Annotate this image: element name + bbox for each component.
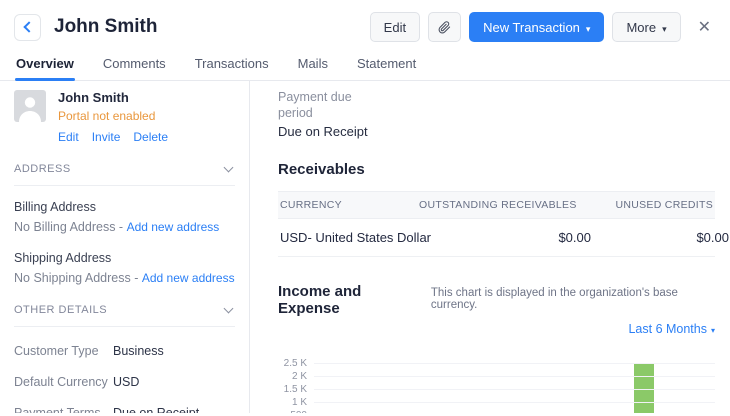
detail-label: Default Currency	[14, 375, 113, 389]
person-icon	[14, 90, 46, 122]
tab-statement[interactable]: Statement	[356, 51, 417, 80]
profile-block: John Smith Portal not enabled Edit Invit…	[14, 90, 235, 144]
edit-link[interactable]: Edit	[58, 130, 79, 144]
column-header-outstanding: OUTSTANDING RECEIVABLES	[417, 192, 577, 218]
invite-link[interactable]: Invite	[92, 130, 121, 144]
table-row: USD- United States Dollar $0.00 $0.00	[278, 219, 715, 257]
more-button[interactable]: More	[612, 12, 680, 42]
tab-bar: Overview Comments Transactions Mails Sta…	[0, 51, 730, 81]
payment-due-period-label: Payment due period	[278, 89, 373, 121]
add-shipping-address-link[interactable]: Add new address	[142, 271, 235, 285]
detail-value: Business	[113, 344, 164, 358]
chevron-down-icon	[224, 162, 234, 172]
billing-empty-text: No Billing Address -	[14, 220, 123, 234]
period-selector[interactable]: Last 6 Months	[628, 322, 715, 336]
shipping-empty-text: No Shipping Address -	[14, 271, 138, 285]
chart-grid	[314, 345, 715, 413]
address-section-header[interactable]: ADDRESS	[14, 163, 235, 186]
gridline	[314, 363, 715, 364]
customer-sidebar: John Smith Portal not enabled Edit Invit…	[0, 81, 250, 413]
income-expense-subtitle: This chart is displayed in the organizat…	[431, 287, 715, 311]
customer-name: John Smith	[58, 90, 168, 105]
attachment-button[interactable]	[428, 12, 461, 42]
y-tick-label: 500	[290, 410, 307, 413]
income-expense-header: Income and Expense This chart is display…	[278, 283, 715, 317]
overview-panel: Payment due period Due on Receipt Receiv…	[250, 81, 730, 413]
billing-address-value: No Billing Address - Add new address	[14, 220, 235, 234]
customer-detail-page: John Smith Edit New Transaction More	[0, 0, 730, 413]
income-expense-title: Income and Expense	[278, 283, 421, 317]
back-button[interactable]	[14, 14, 41, 41]
detail-value: USD	[113, 375, 139, 389]
close-icon	[698, 20, 711, 35]
chevron-down-icon	[224, 303, 234, 313]
customer-type-row: Customer Type Business	[14, 344, 235, 358]
other-details-section-header[interactable]: OTHER DETAILS	[14, 304, 235, 327]
gridline	[314, 376, 715, 377]
paperclip-icon	[438, 20, 451, 35]
chart-y-axis: 05001 K1.5 K2 K2.5 K	[278, 345, 314, 413]
shipping-address-value: No Shipping Address - Add new address	[14, 271, 235, 285]
gridline	[314, 402, 715, 403]
more-label: More	[626, 20, 656, 35]
other-details-section-title: OTHER DETAILS	[14, 304, 107, 316]
y-tick-label: 2.5 K	[284, 358, 307, 369]
payment-terms-row: Payment Terms Due on Receipt	[14, 406, 235, 413]
gridline	[314, 389, 715, 390]
caret-down-icon	[711, 322, 715, 336]
page-title: John Smith	[54, 16, 157, 38]
new-transaction-label: New Transaction	[483, 20, 580, 35]
y-tick-label: 2 K	[292, 371, 307, 382]
payment-due-period-value: Due on Receipt	[278, 124, 715, 139]
edit-button[interactable]: Edit	[370, 12, 420, 42]
receivables-title: Receivables	[278, 161, 715, 178]
unused-credits-cell: $0.00	[593, 219, 730, 256]
page-header: John Smith Edit New Transaction More	[0, 0, 730, 51]
receivables-table: CURRENCY OUTSTANDING RECEIVABLES UNUSED …	[278, 191, 715, 257]
income-expense-chart: 05001 K1.5 K2 K2.5 K	[278, 345, 715, 413]
avatar	[14, 90, 46, 122]
currency-cell: USD- United States Dollar	[278, 219, 433, 256]
address-section-title: ADDRESS	[14, 163, 71, 175]
table-header-row: CURRENCY OUTSTANDING RECEIVABLES UNUSED …	[278, 191, 715, 219]
tab-comments[interactable]: Comments	[102, 51, 167, 80]
detail-label: Customer Type	[14, 344, 113, 358]
caret-down-icon	[662, 20, 667, 35]
column-header-currency: CURRENCY	[278, 192, 417, 218]
billing-address-label: Billing Address	[14, 200, 235, 214]
y-tick-label: 1 K	[292, 397, 307, 408]
period-label: Last 6 Months	[628, 322, 707, 336]
chevron-left-icon	[23, 21, 34, 32]
add-billing-address-link[interactable]: Add new address	[127, 220, 220, 234]
detail-value: Due on Receipt	[113, 406, 199, 413]
shipping-address-label: Shipping Address	[14, 251, 235, 265]
tab-transactions[interactable]: Transactions	[194, 51, 270, 80]
tab-overview[interactable]: Overview	[15, 51, 75, 80]
column-header-unused-credits: UNUSED CREDITS	[577, 192, 715, 218]
caret-down-icon	[586, 20, 591, 35]
tab-mails[interactable]: Mails	[297, 51, 329, 80]
portal-status: Portal not enabled	[58, 109, 168, 123]
y-tick-label: 1.5 K	[284, 384, 307, 395]
new-transaction-button[interactable]: New Transaction	[469, 12, 604, 42]
default-currency-row: Default Currency USD	[14, 375, 235, 389]
delete-link[interactable]: Delete	[133, 130, 168, 144]
outstanding-cell: $0.00	[433, 219, 593, 256]
detail-label: Payment Terms	[14, 406, 113, 413]
close-button[interactable]	[693, 15, 716, 39]
